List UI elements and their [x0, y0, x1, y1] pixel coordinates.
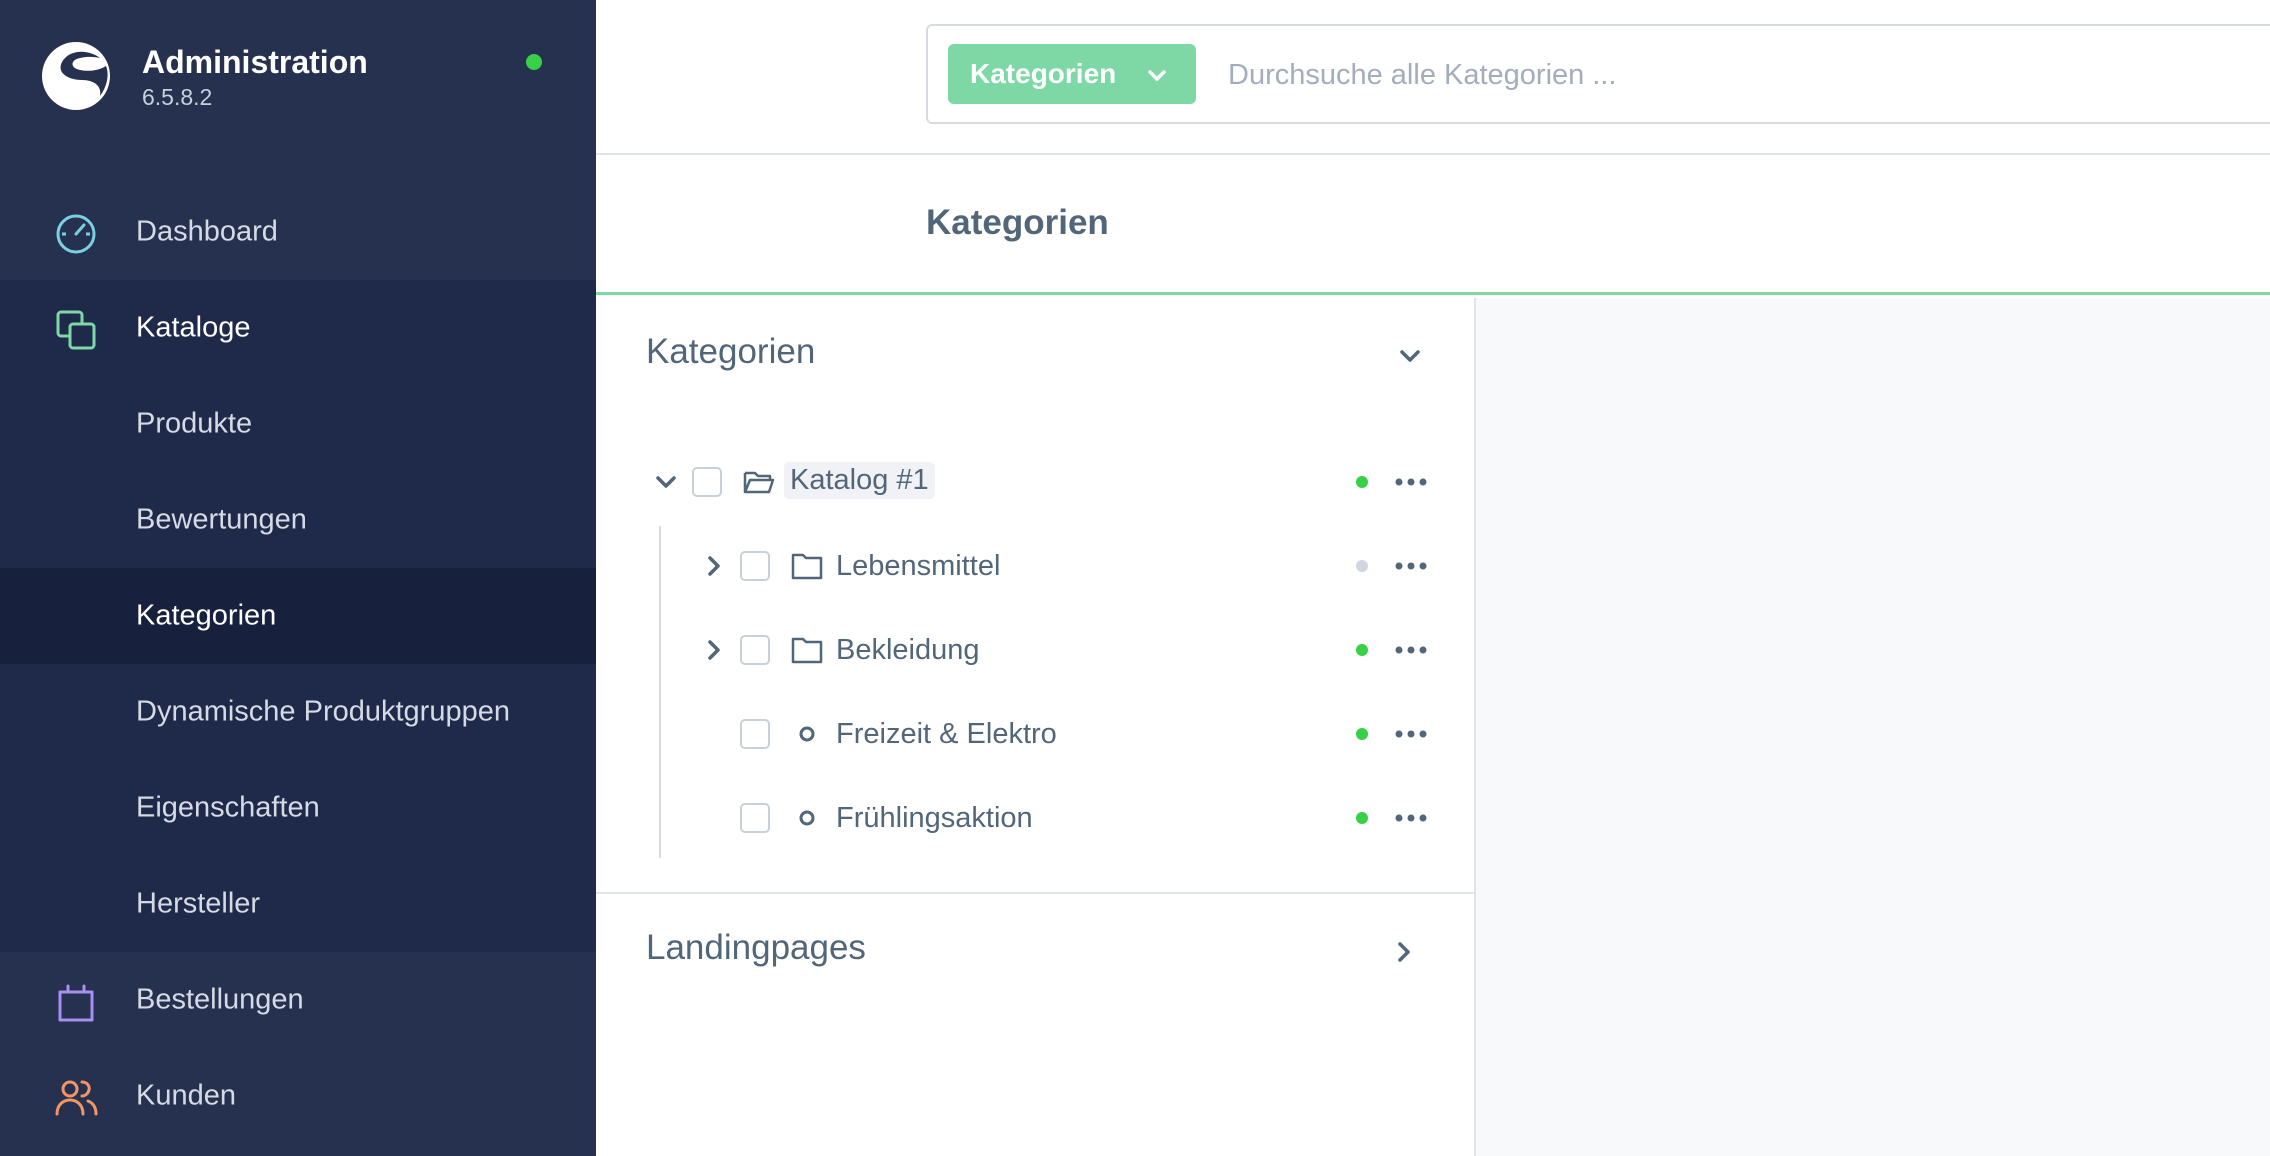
sidebar-item-label: Kataloge	[136, 311, 251, 344]
search-type-dropdown[interactable]: Kategorien	[948, 44, 1196, 104]
more-options-icon[interactable]	[1394, 469, 1428, 495]
chevron-down-icon	[1148, 70, 1166, 81]
tree-item-lebensmittel[interactable]: Lebensmittel	[596, 536, 1474, 596]
sidebar-item-dynamische-produktgruppen[interactable]: Dynamische Produktgruppen	[0, 664, 596, 760]
sidebar-item-dashboard[interactable]: Dashboard	[0, 184, 596, 280]
content-area	[1476, 298, 2270, 1156]
chevron-right-icon[interactable]	[701, 637, 727, 663]
tree-item-label[interactable]: Bekleidung	[836, 634, 980, 667]
tree-item-fruehlingsaktion[interactable]: Frühlingsaktion	[596, 788, 1474, 848]
sidebar-item-bewertungen[interactable]: Bewertungen	[0, 472, 596, 568]
tree-item-label[interactable]: Freizeit & Elektro	[836, 718, 1057, 751]
categories-section-header[interactable]: Kategorien	[596, 298, 1474, 408]
search-input[interactable]	[1228, 46, 2228, 104]
active-status-dot	[1356, 728, 1368, 740]
sidebar-item-label: Bestellungen	[136, 983, 304, 1016]
status-indicator	[526, 54, 542, 70]
tree-item-checkbox[interactable]	[740, 551, 770, 581]
tree-item-bekleidung[interactable]: Bekleidung	[596, 620, 1474, 680]
gauge-icon	[56, 214, 96, 254]
copy-icon	[56, 310, 96, 350]
tree-item-label[interactable]: Frühlingsaktion	[836, 802, 1033, 835]
circle-icon	[799, 726, 815, 742]
sidebar-item-kunden[interactable]: Kunden	[0, 1048, 596, 1144]
search-type-label: Kategorien	[970, 58, 1117, 89]
brand: Administration 6.5.8.2	[0, 0, 596, 160]
folder-icon	[791, 553, 823, 580]
active-status-dot	[1356, 644, 1368, 656]
sidebar-item-label: Kunden	[136, 1079, 236, 1112]
search-bar: Kategorien	[596, 0, 2270, 155]
chevron-down-icon[interactable]	[653, 469, 679, 495]
sidebar-item-eigenschaften[interactable]: Eigenschaften	[0, 760, 596, 856]
folder-icon	[791, 637, 823, 664]
folder-open-icon	[743, 471, 775, 494]
chevron-right-icon[interactable]	[701, 553, 727, 579]
circle-icon	[799, 810, 815, 826]
sidebar-item-produkte[interactable]: Produkte	[0, 376, 596, 472]
tree-item-checkbox[interactable]	[740, 803, 770, 833]
page-header: Kategorien	[596, 157, 2270, 295]
tree-item-katalog[interactable]: Katalog #1	[596, 452, 1474, 512]
sidebar-item-kataloge[interactable]: Kataloge	[0, 280, 596, 376]
chevron-right-icon[interactable]	[1390, 938, 1418, 966]
more-options-icon[interactable]	[1394, 637, 1428, 663]
tree-item-checkbox[interactable]	[692, 467, 722, 497]
sidebar-item-label: Kategorien	[136, 599, 277, 632]
inactive-status-dot	[1356, 560, 1368, 572]
app-title: Administration	[142, 44, 368, 80]
sidebar-item-bestellungen[interactable]: Bestellungen	[0, 952, 596, 1048]
sidebar-item-kategorien[interactable]: Kategorien	[0, 568, 596, 664]
chevron-down-icon[interactable]	[1396, 342, 1424, 370]
sidebar-item-label: Dashboard	[136, 215, 278, 248]
sidebar-item-label: Hersteller	[136, 887, 261, 920]
page-title: Kategorien	[926, 203, 1109, 242]
search-box: Kategorien	[926, 24, 2270, 124]
sidebar: Administration 6.5.8.2 Dashboard Katalog…	[0, 0, 596, 1156]
sidebar-item-label: Bewertungen	[136, 503, 307, 536]
app-version: 6.5.8.2	[142, 84, 213, 110]
landingpages-section-title: Landingpages	[646, 928, 866, 967]
category-tree-panel: Kategorien Katalog #1 Lebensmittel Bekle…	[596, 298, 1476, 1156]
more-options-icon[interactable]	[1394, 553, 1428, 579]
sidebar-item-hersteller[interactable]: Hersteller	[0, 856, 596, 952]
tree-item-checkbox[interactable]	[740, 719, 770, 749]
users-icon	[55, 1080, 98, 1116]
active-status-dot	[1356, 812, 1368, 824]
shopware-logo[interactable]	[40, 40, 112, 112]
active-status-dot	[1356, 476, 1368, 488]
more-options-icon[interactable]	[1394, 805, 1428, 831]
tree-item-freizeit-elektro[interactable]: Freizeit & Elektro	[596, 704, 1474, 764]
categories-section-title: Kategorien	[646, 332, 816, 371]
tree-item-label[interactable]: Lebensmittel	[836, 550, 1000, 583]
tree-item-checkbox[interactable]	[740, 635, 770, 665]
shopping-bag-icon	[58, 984, 94, 1022]
more-options-icon[interactable]	[1394, 721, 1428, 747]
sidebar-item-label: Dynamische Produktgruppen	[136, 695, 510, 728]
sidebar-item-label: Eigenschaften	[136, 791, 320, 824]
sidebar-item-label: Produkte	[136, 407, 253, 440]
tree-item-label[interactable]: Katalog #1	[784, 462, 935, 499]
landingpages-section-header[interactable]: Landingpages	[596, 894, 1474, 1004]
